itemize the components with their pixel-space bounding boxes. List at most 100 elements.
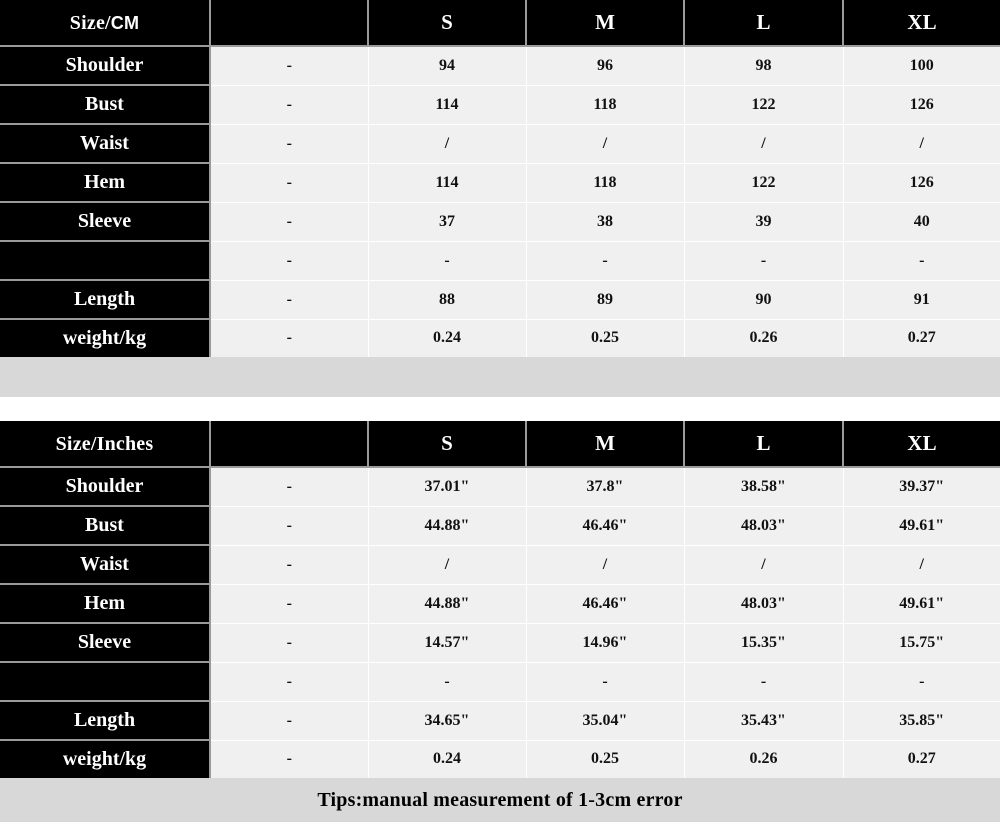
tips-band: Tips:manual measurement of 1-3cm error bbox=[0, 778, 1000, 822]
row-label-weight-cm: weight/kg bbox=[0, 319, 211, 357]
cell-blank-length-inches: - bbox=[210, 701, 369, 741]
cell-empty-xl-cm: - bbox=[843, 241, 1000, 281]
row-label-hem-cm: Hem bbox=[0, 163, 211, 203]
separator-gap-white bbox=[0, 397, 1000, 421]
cell-blank-hem-cm: - bbox=[210, 163, 369, 203]
row-label-empty-inches bbox=[0, 662, 211, 702]
cell-sleeve-xl-cm: 40 bbox=[843, 202, 1000, 242]
table-row: Waist - / / / / bbox=[0, 545, 1000, 585]
cell-waist-m-cm: / bbox=[526, 124, 685, 164]
cell-shoulder-m-cm: 96 bbox=[526, 46, 685, 86]
size-table-cm: Size/CM S M L XL Shoulder - 94 96 98 100… bbox=[0, 0, 1000, 357]
cell-hem-s-inches: 44.88" bbox=[368, 584, 527, 624]
cell-length-m-cm: 89 bbox=[526, 280, 685, 320]
size-chart-root: Size/CM S M L XL Shoulder - 94 96 98 100… bbox=[0, 0, 1000, 832]
row-label-shoulder-inches: Shoulder bbox=[0, 467, 211, 507]
size-table-inches: Size/Inches S M L XL Shoulder - 37.01" 3… bbox=[0, 421, 1000, 778]
cell-hem-l-inches: 48.03" bbox=[684, 584, 844, 624]
cell-blank-length-cm: - bbox=[210, 280, 369, 320]
cell-bust-l-inches: 48.03" bbox=[684, 506, 844, 546]
cell-empty-xl-inches: - bbox=[843, 662, 1000, 702]
header-title-cm: Size/CM bbox=[0, 0, 211, 47]
table-row: Shoulder - 37.01" 37.8" 38.58" 39.37" bbox=[0, 467, 1000, 507]
cell-weight-l-inches: 0.26 bbox=[684, 740, 844, 778]
cell-empty-m-cm: - bbox=[526, 241, 685, 281]
header-title-inches: Size/Inches bbox=[0, 421, 211, 468]
table-row: Length - 88 89 90 91 bbox=[0, 280, 1000, 320]
cell-weight-l-cm: 0.26 bbox=[684, 319, 844, 357]
cell-shoulder-m-inches: 37.8" bbox=[526, 467, 685, 507]
cell-blank-sleeve-inches: - bbox=[210, 623, 369, 663]
cell-length-l-cm: 90 bbox=[684, 280, 844, 320]
cell-hem-s-cm: 114 bbox=[368, 163, 527, 203]
cell-empty-s-cm: - bbox=[368, 241, 527, 281]
cell-hem-m-inches: 46.46" bbox=[526, 584, 685, 624]
header-size-xl-cm: XL bbox=[843, 0, 1000, 47]
cell-length-xl-inches: 35.85" bbox=[843, 701, 1000, 741]
cell-weight-xl-inches: 0.27 bbox=[843, 740, 1000, 778]
cell-length-s-cm: 88 bbox=[368, 280, 527, 320]
header-title-main-cm: Size/ bbox=[69, 12, 111, 34]
row-label-bust-inches: Bust bbox=[0, 506, 211, 546]
tips-text: Tips:manual measurement of 1-3cm error bbox=[317, 788, 683, 811]
cell-waist-l-cm: / bbox=[684, 124, 844, 164]
cell-weight-s-cm: 0.24 bbox=[368, 319, 527, 357]
cell-blank-hem-inches: - bbox=[210, 584, 369, 624]
separator-band-gray bbox=[0, 357, 1000, 397]
cell-bust-s-inches: 44.88" bbox=[368, 506, 527, 546]
table-header-row-cm: Size/CM S M L XL bbox=[0, 0, 1000, 47]
row-label-waist-cm: Waist bbox=[0, 124, 211, 164]
row-label-sleeve-cm: Sleeve bbox=[0, 202, 211, 242]
cell-shoulder-s-inches: 37.01" bbox=[368, 467, 527, 507]
cell-bust-m-inches: 46.46" bbox=[526, 506, 685, 546]
cell-bust-s-cm: 114 bbox=[368, 85, 527, 125]
cell-sleeve-l-inches: 15.35" bbox=[684, 623, 844, 663]
cell-blank-shoulder-inches: - bbox=[210, 467, 369, 507]
row-label-bust-cm: Bust bbox=[0, 85, 211, 125]
table-row: - - - - - bbox=[0, 662, 1000, 702]
cell-bust-xl-cm: 126 bbox=[843, 85, 1000, 125]
cell-blank-bust-inches: - bbox=[210, 506, 369, 546]
cell-sleeve-s-inches: 14.57" bbox=[368, 623, 527, 663]
cell-length-s-inches: 34.65" bbox=[368, 701, 527, 741]
cell-blank-waist-inches: - bbox=[210, 545, 369, 585]
table-row: weight/kg - 0.24 0.25 0.26 0.27 bbox=[0, 740, 1000, 778]
cell-empty-l-inches: - bbox=[684, 662, 844, 702]
header-title-main-inches: Size/Inches bbox=[55, 433, 154, 455]
row-label-empty-cm bbox=[0, 241, 211, 281]
table-row: Waist - / / / / bbox=[0, 124, 1000, 164]
cell-blank-shoulder-cm: - bbox=[210, 46, 369, 86]
cell-waist-m-inches: / bbox=[526, 545, 685, 585]
cell-hem-xl-cm: 126 bbox=[843, 163, 1000, 203]
cell-empty-l-cm: - bbox=[684, 241, 844, 281]
row-label-length-cm: Length bbox=[0, 280, 211, 320]
cell-sleeve-s-cm: 37 bbox=[368, 202, 527, 242]
cell-shoulder-l-cm: 98 bbox=[684, 46, 844, 86]
header-title-unit-cm: CM bbox=[110, 13, 140, 33]
cell-waist-l-inches: / bbox=[684, 545, 844, 585]
cell-shoulder-l-inches: 38.58" bbox=[684, 467, 844, 507]
row-label-shoulder-cm: Shoulder bbox=[0, 46, 211, 86]
cell-waist-s-cm: / bbox=[368, 124, 527, 164]
cell-weight-m-cm: 0.25 bbox=[526, 319, 685, 357]
row-label-waist-inches: Waist bbox=[0, 545, 211, 585]
cell-hem-m-cm: 118 bbox=[526, 163, 685, 203]
cell-length-xl-cm: 91 bbox=[843, 280, 1000, 320]
cell-shoulder-xl-cm: 100 bbox=[843, 46, 1000, 86]
cell-shoulder-s-cm: 94 bbox=[368, 46, 527, 86]
cell-weight-xl-cm: 0.27 bbox=[843, 319, 1000, 357]
table-row: Bust - 44.88" 46.46" 48.03" 49.61" bbox=[0, 506, 1000, 546]
table-row: Sleeve - 37 38 39 40 bbox=[0, 202, 1000, 242]
cell-waist-xl-cm: / bbox=[843, 124, 1000, 164]
cell-bust-m-cm: 118 bbox=[526, 85, 685, 125]
header-blank-inches bbox=[210, 421, 369, 468]
cell-shoulder-xl-inches: 39.37" bbox=[843, 467, 1000, 507]
row-label-sleeve-inches: Sleeve bbox=[0, 623, 211, 663]
cell-weight-m-inches: 0.25 bbox=[526, 740, 685, 778]
cell-blank-sleeve-cm: - bbox=[210, 202, 369, 242]
cell-sleeve-m-inches: 14.96" bbox=[526, 623, 685, 663]
cell-length-l-inches: 35.43" bbox=[684, 701, 844, 741]
cell-empty-m-inches: - bbox=[526, 662, 685, 702]
table-row: Hem - 44.88" 46.46" 48.03" 49.61" bbox=[0, 584, 1000, 624]
header-size-xl-inches: XL bbox=[843, 421, 1000, 468]
